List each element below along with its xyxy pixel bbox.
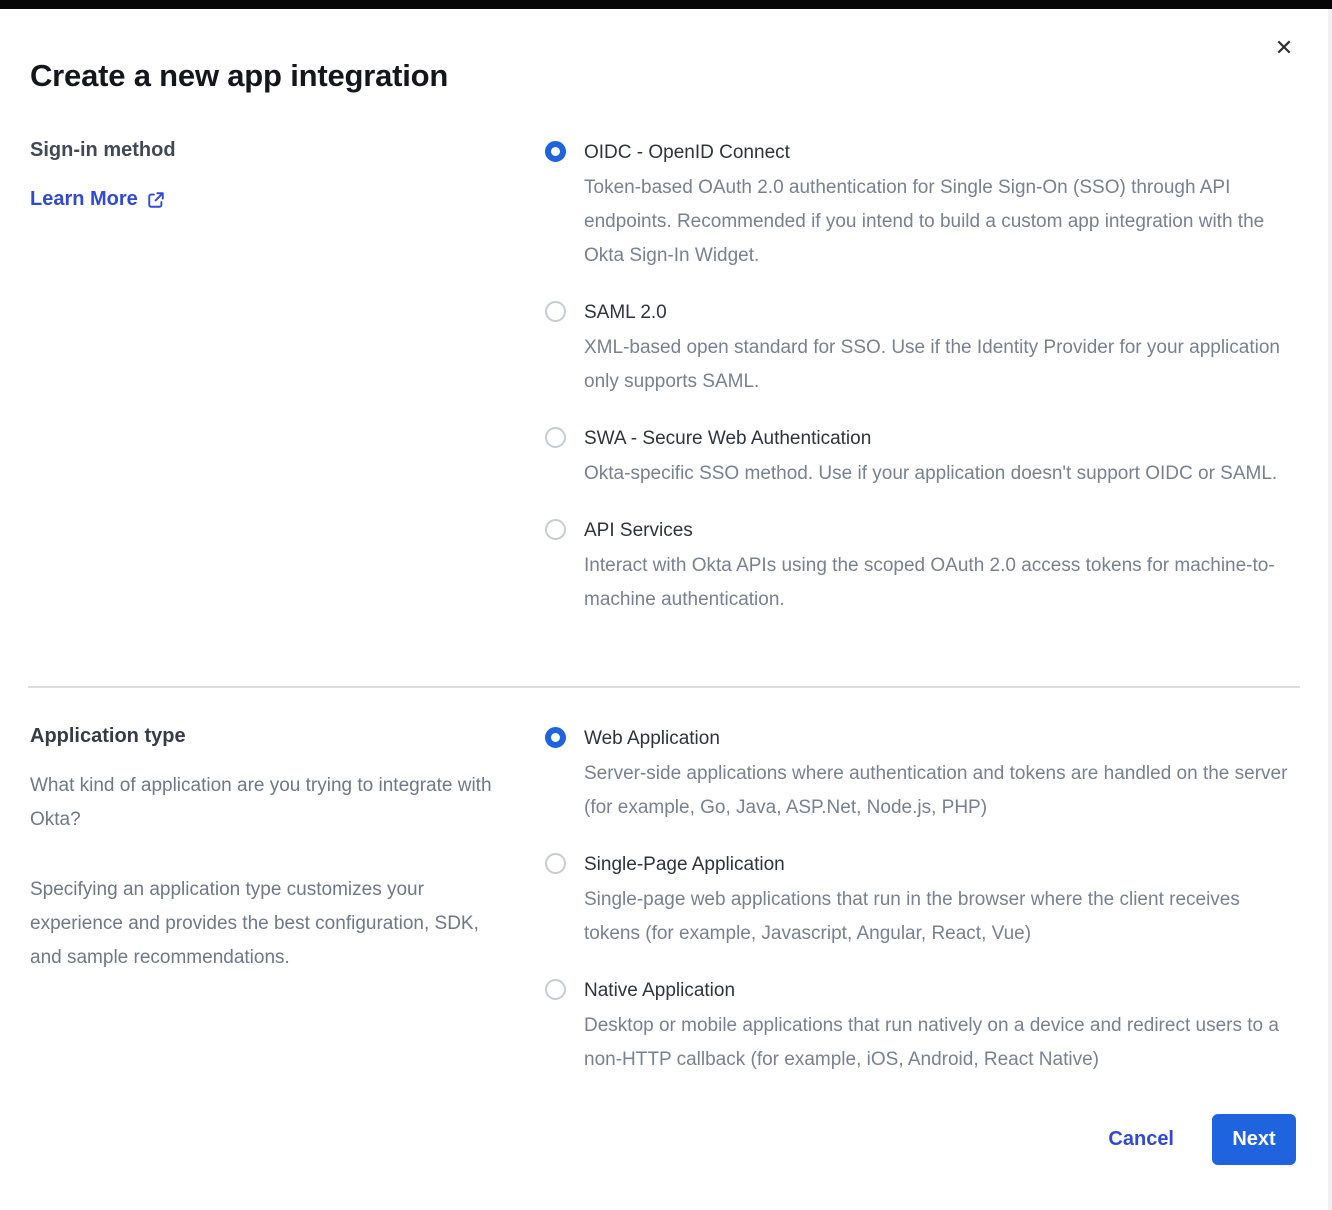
option-title[interactable]: API Services — [584, 517, 1293, 544]
option-text: OIDC - OpenID Connect Token-based OAuth … — [584, 139, 1293, 273]
top-edge-bar — [0, 0, 1332, 9]
option-description: Server-side applications where authentic… — [584, 757, 1293, 825]
option-title[interactable]: Native Application — [584, 977, 1293, 1004]
option-text: API Services Interact with Okta APIs usi… — [584, 517, 1293, 617]
option-title[interactable]: SAML 2.0 — [584, 299, 1293, 326]
option-title[interactable]: Single-Page Application — [584, 851, 1293, 878]
dialog-right-edge — [1328, 9, 1332, 1210]
dialog-footer: Cancel Next — [1108, 1114, 1296, 1165]
option-title[interactable]: OIDC - OpenID Connect — [584, 139, 1293, 166]
signin-option-swa[interactable]: SWA - Secure Web Authentication Okta-spe… — [545, 425, 1293, 491]
signin-option-saml[interactable]: SAML 2.0 XML-based open standard for SSO… — [545, 299, 1293, 399]
apptype-option-spa[interactable]: Single-Page Application Single-page web … — [545, 851, 1293, 951]
signin-option-api-services[interactable]: API Services Interact with Okta APIs usi… — [545, 517, 1293, 617]
radio-web-application[interactable] — [545, 727, 566, 748]
option-description: Single-page web applications that run in… — [584, 883, 1293, 951]
create-app-integration-dialog: ✕ Create a new app integration Sign-in m… — [0, 0, 1332, 1210]
option-title[interactable]: Web Application — [584, 725, 1293, 752]
application-type-intro: What kind of application are you trying … — [30, 769, 515, 837]
radio-api-services[interactable] — [545, 519, 566, 540]
option-description: Desktop or mobile applications that run … — [584, 1009, 1293, 1077]
option-text: SAML 2.0 XML-based open standard for SSO… — [584, 299, 1293, 399]
external-link-icon — [147, 191, 165, 209]
radio-swa[interactable] — [545, 427, 566, 448]
application-type-note: Specifying an application type customize… — [30, 873, 515, 975]
radio-single-page-application[interactable] — [545, 853, 566, 874]
option-text: Single-Page Application Single-page web … — [584, 851, 1293, 951]
signin-options: OIDC - OpenID Connect Token-based OAuth … — [545, 139, 1293, 643]
apptype-option-web[interactable]: Web Application Server-side applications… — [545, 725, 1293, 825]
section-divider — [28, 686, 1300, 688]
learn-more-label: Learn More — [30, 188, 138, 211]
option-description: Token-based OAuth 2.0 authentication for… — [584, 171, 1293, 273]
option-description: Interact with Okta APIs using the scoped… — [584, 549, 1293, 617]
option-text: SWA - Secure Web Authentication Okta-spe… — [584, 425, 1293, 491]
apptype-option-native[interactable]: Native Application Desktop or mobile app… — [545, 977, 1293, 1077]
signin-option-oidc[interactable]: OIDC - OpenID Connect Token-based OAuth … — [545, 139, 1293, 273]
option-text: Native Application Desktop or mobile app… — [584, 977, 1293, 1077]
close-icon[interactable]: ✕ — [1270, 34, 1298, 62]
option-description: Okta-specific SSO method. Use if your ap… — [584, 457, 1293, 491]
learn-more-link[interactable]: Learn More — [30, 188, 165, 211]
radio-saml[interactable] — [545, 301, 566, 322]
application-type-heading: Application type — [30, 725, 186, 748]
signin-method-heading: Sign-in method — [30, 139, 176, 162]
next-button[interactable]: Next — [1212, 1114, 1296, 1165]
application-type-options: Web Application Server-side applications… — [545, 725, 1293, 1103]
page-title: Create a new app integration — [30, 58, 448, 94]
option-title[interactable]: SWA - Secure Web Authentication — [584, 425, 1293, 452]
radio-oidc[interactable] — [545, 141, 566, 162]
cancel-button[interactable]: Cancel — [1108, 1128, 1174, 1151]
radio-native-application[interactable] — [545, 979, 566, 1000]
option-description: XML-based open standard for SSO. Use if … — [584, 331, 1293, 399]
option-text: Web Application Server-side applications… — [584, 725, 1293, 825]
